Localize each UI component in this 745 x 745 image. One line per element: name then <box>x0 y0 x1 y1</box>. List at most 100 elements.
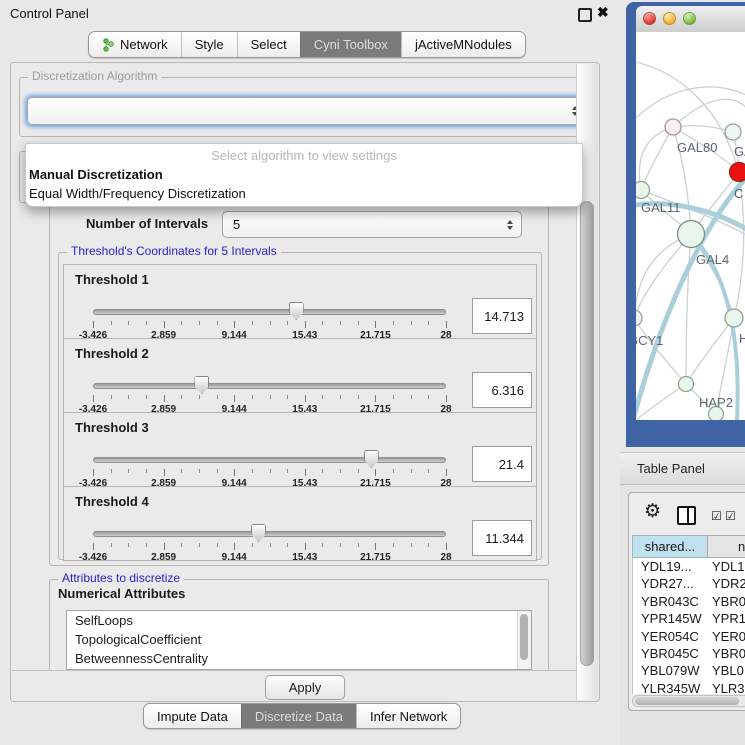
table-row[interactable]: YLR345WYLR3 <box>633 680 745 694</box>
apply-button[interactable]: Apply <box>265 675 345 700</box>
network-node[interactable] <box>665 119 681 135</box>
network-node[interactable] <box>725 309 743 327</box>
threshold-slider[interactable]: -3.4262.8599.14415.4321.71528 <box>93 529 446 559</box>
checkbox-icon[interactable]: ☑ <box>711 510 722 522</box>
network-node[interactable] <box>678 221 705 248</box>
list-item[interactable]: BetweennessCentrality <box>67 649 531 668</box>
checkbox-icon[interactable]: ☑ <box>725 510 736 522</box>
cell[interactable]: YDR27... <box>633 575 708 592</box>
list-scrollbar-thumb[interactable] <box>520 614 528 660</box>
close-icon[interactable]: ✖ <box>597 4 609 21</box>
slider-thumb[interactable] <box>251 524 266 542</box>
cell[interactable]: YBL0 <box>708 662 745 679</box>
network-canvas[interactable]: GAL80GACGAL11GAL4GCY1HHAP2 <box>636 32 745 420</box>
network-node[interactable] <box>679 377 694 392</box>
cell[interactable]: YBR043C <box>633 593 708 610</box>
close-traffic-light-icon[interactable] <box>643 12 656 25</box>
minimize-traffic-light-icon[interactable] <box>663 12 676 25</box>
slider-track[interactable] <box>93 383 446 389</box>
table-row[interactable]: YBL079WYBL0 <box>633 662 745 679</box>
table-panel-titlebar: Table Panel <box>620 452 745 485</box>
float-window-icon[interactable] <box>578 8 592 22</box>
threshold-slider[interactable]: -3.4262.8599.14415.4321.71528 <box>93 381 446 411</box>
network-node[interactable] <box>636 310 642 326</box>
cell[interactable]: YPR145W <box>633 610 708 627</box>
cell[interactable]: YER054C <box>633 628 708 645</box>
table-row[interactable]: YBR043CYBR0 <box>633 593 745 610</box>
list-item[interactable]: TopologicalCoefficient <box>67 630 531 649</box>
column-header-shared[interactable]: shared... <box>632 535 707 558</box>
tick-label: 9.144 <box>222 552 247 563</box>
numerical-attributes-label: Numerical Attributes <box>58 586 185 601</box>
slider-track[interactable] <box>93 457 446 463</box>
cell[interactable]: YBR045C <box>633 645 708 662</box>
threshold-value-field[interactable]: 11.344 <box>472 520 532 556</box>
tab-infer-network[interactable]: Infer Network <box>356 704 460 728</box>
slider-thumb[interactable] <box>289 302 304 320</box>
network-node[interactable] <box>636 182 650 199</box>
threshold-value-field[interactable]: 6.316 <box>472 372 532 408</box>
dropdown-option-manual-discretization[interactable]: Manual Discretization <box>26 165 582 184</box>
bottom-tabstrip: Impute Data Discretize Data Infer Networ… <box>143 703 461 729</box>
cell[interactable]: YBL079W <box>633 662 708 679</box>
network-node[interactable] <box>730 163 745 182</box>
table-horizontal-scrollbar-thumb[interactable] <box>635 697 739 705</box>
cell[interactable]: YDL1 <box>708 558 745 575</box>
numerical-attributes-list[interactable]: SelfLoops TopologicalCoefficient Between… <box>66 610 532 670</box>
dropdown-placeholder-option[interactable]: Select algorithm to view settings <box>26 147 582 165</box>
table-row[interactable]: YPR145WYPR1 <box>633 610 745 627</box>
tab-impute-data[interactable]: Impute Data <box>144 704 241 728</box>
zoom-traffic-light-icon[interactable] <box>683 12 696 25</box>
network-edge <box>673 99 745 127</box>
slider-track[interactable] <box>93 531 446 537</box>
cell[interactable]: YDL19... <box>633 558 708 575</box>
node-table: shared... n YDL19...YDL1 YDR27...YDR2 YB… <box>632 535 745 694</box>
table-row[interactable]: YDR27...YDR2 <box>633 575 745 592</box>
cell[interactable]: YBR0 <box>708 593 745 610</box>
slider-thumb[interactable] <box>364 450 379 468</box>
network-window-titlebar[interactable] <box>636 6 745 33</box>
network-node-label: GCY1 <box>636 333 663 348</box>
list-scrollbar[interactable] <box>517 611 531 669</box>
cell[interactable]: YLR3 <box>708 680 745 694</box>
tab-label: Discretize Data <box>255 709 343 724</box>
tab-label: Infer Network <box>370 709 447 724</box>
network-node[interactable] <box>725 124 741 140</box>
cell[interactable]: YER0 <box>708 628 745 645</box>
tab-label: Select <box>251 37 287 52</box>
tab-cyni-toolbox[interactable]: Cyni Toolbox <box>300 32 401 57</box>
threshold-slider[interactable]: -3.4262.8599.14415.4321.71528 <box>93 307 446 337</box>
cell[interactable]: YBR0 <box>708 645 745 662</box>
threshold-value-field[interactable]: 14.713 <box>472 298 532 334</box>
gear-icon[interactable]: ⚙ <box>644 502 661 521</box>
network-edge <box>673 126 733 132</box>
tab-jactivemnodules[interactable]: jActiveMNodules <box>401 32 525 57</box>
slider-ticks <box>93 543 446 551</box>
dropdown-option-equal-width[interactable]: Equal Width/Frequency Discretization <box>26 184 582 203</box>
tab-discretize-data[interactable]: Discretize Data <box>241 704 356 728</box>
number-of-intervals-combobox[interactable]: 5 <box>222 211 522 238</box>
slider-thumb[interactable] <box>194 376 209 394</box>
table-horizontal-scrollbar[interactable] <box>632 695 745 707</box>
list-item[interactable]: SelfLoops <box>67 611 531 630</box>
algorithm-combobox[interactable] <box>27 97 587 125</box>
panel-scrollbar-thumb[interactable] <box>580 201 594 666</box>
tab-style[interactable]: Style <box>181 32 237 57</box>
column-header-name[interactable]: n <box>707 535 745 558</box>
table-row[interactable]: YBR045CYBR0 <box>633 645 745 662</box>
combo-stepper-icon[interactable] <box>507 220 513 230</box>
table-row[interactable]: YER054CYER0 <box>633 628 745 645</box>
table-row[interactable]: YDL19...YDL1 <box>633 558 745 575</box>
screen: Control Panel ✖ Network Style Select Cyn… <box>0 0 745 745</box>
slider-track[interactable] <box>93 309 446 315</box>
columns-icon[interactable] <box>677 506 696 525</box>
network-edge <box>636 62 739 172</box>
threshold-value-field[interactable]: 21.4 <box>472 446 532 482</box>
tick-label: 2.859 <box>151 552 176 563</box>
cell[interactable]: YPR1 <box>708 610 745 627</box>
tab-network[interactable]: Network <box>89 32 181 57</box>
threshold-slider[interactable]: -3.4262.8599.14415.4321.71528 <box>93 455 446 485</box>
tab-select[interactable]: Select <box>237 32 300 57</box>
cell[interactable]: YLR345W <box>633 680 708 694</box>
cell[interactable]: YDR2 <box>708 575 745 592</box>
